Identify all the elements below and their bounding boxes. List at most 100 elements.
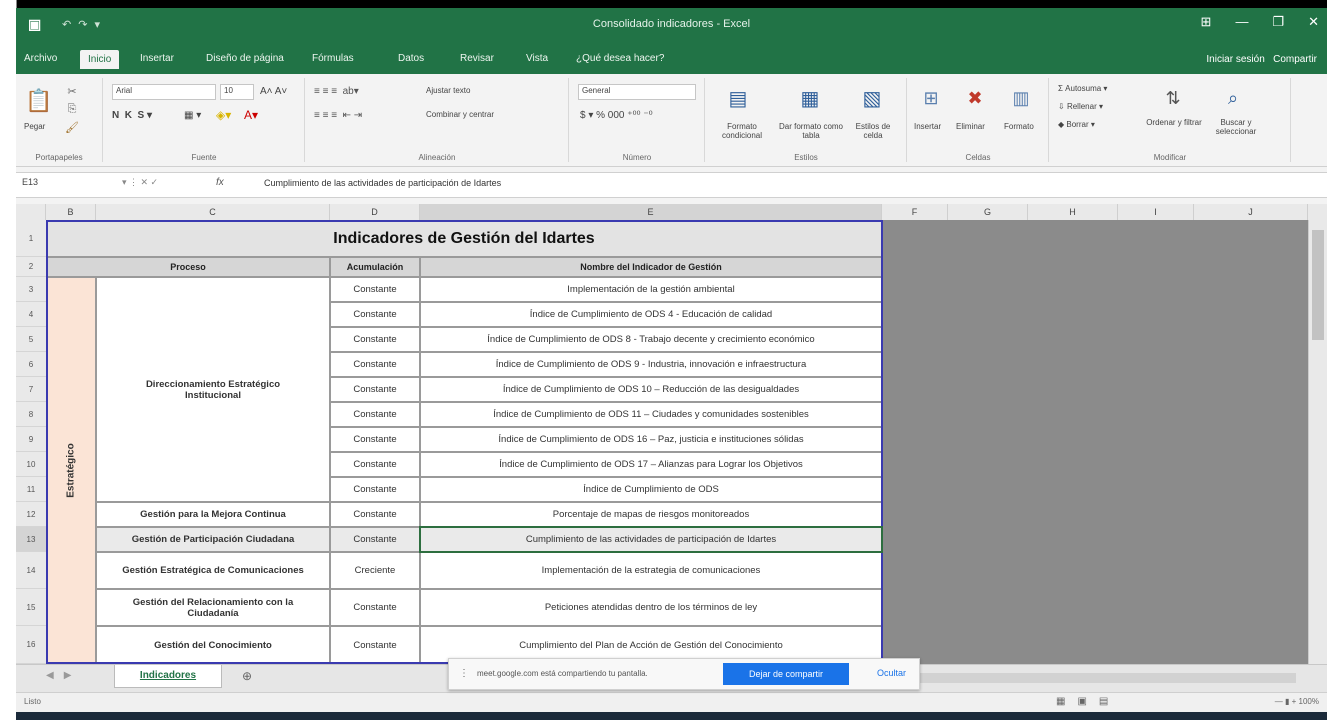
column-header-b[interactable]: B [46, 204, 96, 220]
delete-cells-button[interactable]: Eliminar [956, 122, 985, 131]
row-header[interactable]: 16 [16, 626, 46, 664]
indicator-name-cell[interactable]: Índice de Cumplimiento de ODS 17 – Alian… [420, 452, 882, 477]
header-proceso[interactable]: Proceso [46, 257, 330, 277]
indicator-name-cell[interactable]: Implementación de la gestión ambiental [420, 277, 882, 302]
sort-filter-icon[interactable]: ⇅ [1160, 84, 1186, 112]
copy-icon[interactable]: ⎘ [64, 102, 80, 116]
column-header-d[interactable]: D [330, 204, 420, 220]
row-header[interactable]: 11 [16, 477, 46, 502]
zoom-level[interactable]: — ▮ + 100% [1275, 697, 1319, 706]
sort-filter-button[interactable]: Ordenar y filtrar [1146, 118, 1202, 127]
accumulation-cell[interactable]: Constante [330, 589, 420, 626]
vertical-scrollbar[interactable] [1308, 220, 1327, 664]
signin-link[interactable]: Iniciar sesión [1206, 54, 1264, 65]
row-header[interactable]: 2 [16, 257, 46, 277]
fill-color-icon[interactable]: ◈▾ [216, 108, 231, 122]
row-header[interactable]: 3 [16, 277, 46, 302]
formula-input[interactable]: Cumplimiento de las actividades de parti… [264, 178, 501, 188]
indicator-name-cell[interactable]: Peticiones atendidas dentro de los térmi… [420, 589, 882, 626]
indicator-name-cell[interactable]: Índice de Cumplimiento de ODS 4 - Educac… [420, 302, 882, 327]
row-header[interactable]: 1 [16, 220, 46, 257]
accumulation-cell[interactable]: Constante [330, 527, 420, 552]
bold-italic-underline-icons[interactable]: N K S ▾ [112, 110, 152, 121]
tab-revisar[interactable]: Revisar [460, 53, 494, 64]
accumulation-cell[interactable]: Constante [330, 502, 420, 527]
row-header[interactable]: 6 [16, 352, 46, 377]
horizontal-scrollbar[interactable] [916, 673, 1296, 683]
column-header-h[interactable]: H [1028, 204, 1118, 220]
header-acumulacion[interactable]: Acumulación [330, 257, 420, 277]
column-header-e[interactable]: E [420, 204, 882, 220]
indicator-name-cell[interactable]: Índice de Cumplimiento de ODS 16 – Paz, … [420, 427, 882, 452]
accumulation-cell[interactable]: Constante [330, 277, 420, 302]
name-box-dropdown-icon[interactable]: ▾ ⋮ ✕ ✓ [122, 177, 158, 188]
close-icon[interactable]: ✕ [1308, 14, 1319, 30]
accumulation-cell[interactable]: Constante [330, 327, 420, 352]
row-header[interactable]: 8 [16, 402, 46, 427]
fill-button[interactable]: ⇩ Rellenar ▾ [1058, 102, 1103, 111]
indicator-name-cell[interactable]: Índice de Cumplimiento de ODS [420, 477, 882, 502]
tab-diseno-pagina[interactable]: Diseño de página [206, 53, 284, 64]
process-cell[interactable]: Gestión del Conocimiento [96, 626, 330, 664]
stop-sharing-button[interactable]: Dejar de compartir [723, 663, 849, 685]
view-buttons[interactable]: ▦▣▤ [1056, 696, 1120, 707]
format-cells-icon[interactable]: ▥ [1008, 84, 1034, 112]
accumulation-cell[interactable]: Constante [330, 352, 420, 377]
borders-icon[interactable]: ▦ ▾ [184, 110, 201, 121]
conditional-format-button[interactable]: Formato condicional [712, 122, 772, 140]
cell-styles-button[interactable]: Estilos de celda [846, 122, 900, 140]
format-cells-button[interactable]: Formato [1004, 122, 1034, 131]
accumulation-cell[interactable]: Constante [330, 427, 420, 452]
hide-notice-link[interactable]: Ocultar [877, 668, 906, 678]
accumulation-cell[interactable]: Constante [330, 452, 420, 477]
indicator-name-cell[interactable]: Porcentaje de mapas de riesgos monitorea… [420, 502, 882, 527]
cut-icon[interactable]: ✂ [64, 84, 80, 98]
indicator-name-cell[interactable]: Cumplimiento de las actividades de parti… [420, 527, 882, 552]
accumulation-cell[interactable]: Constante [330, 302, 420, 327]
accumulation-cell[interactable]: Creciente [330, 552, 420, 589]
row-header[interactable]: 5 [16, 327, 46, 352]
merge-center-button[interactable]: Combinar y centrar [426, 110, 494, 119]
accumulation-cell[interactable]: Constante [330, 626, 420, 664]
indicator-name-cell[interactable]: Índice de Cumplimiento de ODS 11 – Ciuda… [420, 402, 882, 427]
column-header-f[interactable]: F [882, 204, 948, 220]
table-title[interactable]: Indicadores de Gestión del Idartes [46, 220, 882, 257]
row-header[interactable]: 14 [16, 552, 46, 589]
column-header-i[interactable]: I [1118, 204, 1194, 220]
format-as-table-button[interactable]: Dar formato como tabla [778, 122, 844, 140]
minimize-icon[interactable]: — [1235, 14, 1248, 30]
font-color-icon[interactable]: A▾ [244, 108, 258, 122]
tab-formulas[interactable]: Fórmulas [312, 53, 354, 64]
category-cell[interactable]: Estratégico [46, 277, 96, 664]
find-select-icon[interactable]: ⌕ [1220, 84, 1246, 112]
row-header[interactable]: 10 [16, 452, 46, 477]
tab-datos[interactable]: Datos [398, 53, 424, 64]
grow-shrink-font-icon[interactable]: A˄ A˅ [260, 86, 287, 97]
accumulation-cell[interactable]: Constante [330, 402, 420, 427]
column-header-g[interactable]: G [948, 204, 1028, 220]
row-header[interactable]: 13 [16, 527, 46, 552]
font-size-select[interactable]: 10 [220, 84, 254, 100]
clear-button[interactable]: ◆ Borrar ▾ [1058, 120, 1095, 129]
row-header[interactable]: 12 [16, 502, 46, 527]
indicator-name-cell[interactable]: Índice de Cumplimiento de ODS 8 - Trabaj… [420, 327, 882, 352]
number-format-icons[interactable]: $ ▾ % 000 ⁺⁰⁰ ⁻⁰ [580, 110, 653, 121]
indicator-name-cell[interactable]: Índice de Cumplimiento de ODS 9 - Indust… [420, 352, 882, 377]
cell-styles-icon[interactable]: ▧ [858, 84, 886, 112]
paste-label[interactable]: Pegar [24, 122, 45, 131]
format-painter-icon[interactable]: 🖌 [64, 120, 80, 134]
column-header-c[interactable]: C [96, 204, 330, 220]
share-button[interactable]: Compartir [1273, 54, 1317, 65]
tab-inicio[interactable]: Inicio [80, 50, 120, 69]
insert-cells-button[interactable]: Insertar [914, 122, 941, 131]
select-all-corner[interactable] [16, 204, 46, 220]
row-header[interactable]: 4 [16, 302, 46, 327]
tell-me-box[interactable]: ¿Qué desea hacer? [576, 53, 664, 64]
process-cell[interactable]: Gestión para la Mejora Continua [96, 502, 330, 527]
tab-archivo[interactable]: Archivo [24, 53, 57, 64]
tab-vista[interactable]: Vista [526, 53, 548, 64]
wrap-text-button[interactable]: Ajustar texto [426, 86, 470, 95]
conditional-format-icon[interactable]: ▤ [724, 84, 752, 112]
maximize-icon[interactable]: ❐ [1272, 14, 1284, 30]
delete-cells-icon[interactable]: ✖ [962, 84, 988, 112]
